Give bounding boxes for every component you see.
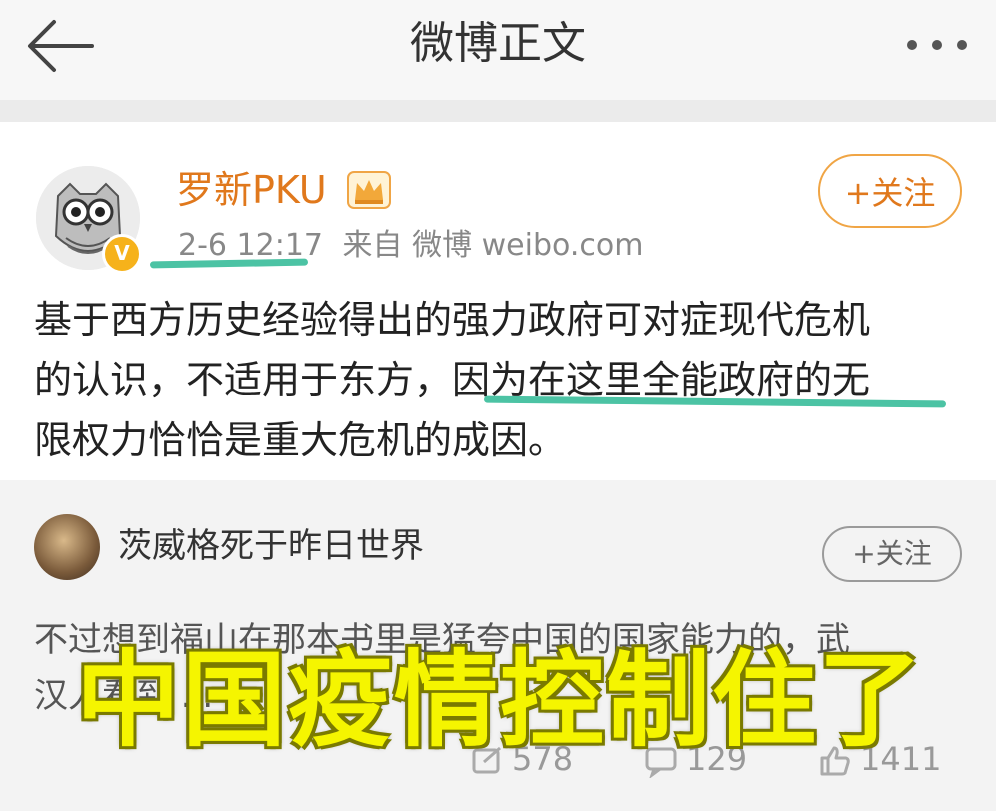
top-nav-bar: 微博正文 [0, 0, 996, 100]
page-title: 微博正文 [410, 18, 586, 69]
follow-button[interactable]: +关注 [818, 154, 962, 228]
repost-follow-button[interactable]: +关注 [822, 526, 962, 582]
post-content: 基于西方历史经验得出的强力政府可对症现代危机 的认识，不适用于东方，因为在这里全… [34, 290, 964, 470]
more-button[interactable] [904, 30, 970, 60]
post-line: 基于西方历史经验得出的强力政府可对症现代危机 [34, 298, 871, 342]
crown-icon [347, 171, 391, 209]
post-author-name[interactable]: 罗新PKU [176, 166, 327, 214]
post-line: 的认识，不适用于东方，因为在这里全能政府的无 [34, 358, 871, 402]
repost-author-avatar[interactable] [34, 514, 100, 580]
repost-author-name[interactable]: 茨威格死于昨日世界 [118, 524, 424, 568]
overlay-caption: 中国疫情控制住了 [76, 639, 925, 761]
weibo-post: V 罗新PKU 2-6 12:17 来自 微博 weibo.com +关注 基于… [0, 122, 996, 501]
post-source: 来自 微博 weibo.com [342, 228, 644, 263]
post-line: 限权力恰恰是重大危机的成因。 [34, 418, 567, 462]
verified-badge: V [102, 234, 142, 274]
more-dots-icon [907, 40, 967, 50]
section-divider [0, 100, 996, 122]
highlight-stroke [149, 258, 309, 269]
